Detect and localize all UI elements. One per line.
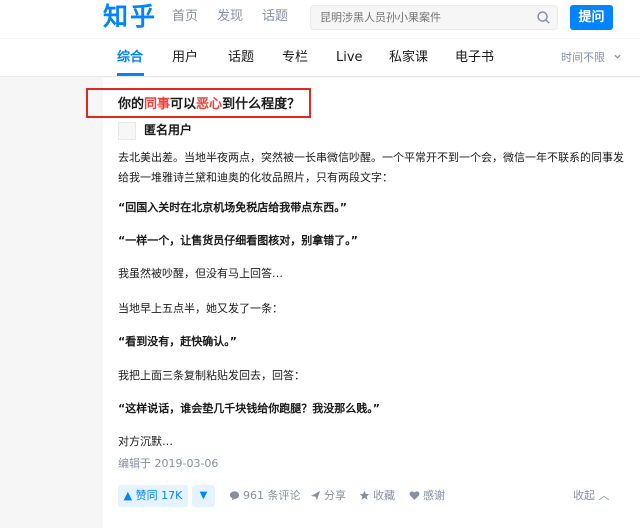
answer-paragraph: 对方沉默…: [118, 435, 173, 448]
tab-general[interactable]: 综合: [117, 39, 143, 76]
time-filter-label: 时间不限: [561, 51, 605, 64]
answer-quote: “一样一个，让售货员仔细看图核对，别拿错了。”: [118, 234, 358, 247]
tab-users[interactable]: 用户: [172, 39, 198, 76]
answer-quote: “回国入关时在北京机场免税店给我带点东西。”: [118, 201, 347, 214]
share-button[interactable]: 分享: [310, 485, 346, 507]
nav-discover[interactable]: 发现: [217, 0, 243, 34]
avatar[interactable]: [118, 122, 136, 140]
question-title-part: 到什么程度？: [222, 97, 301, 112]
time-filter-dropdown[interactable]: 时间不限: [561, 39, 622, 76]
tab-columns[interactable]: 专栏: [282, 39, 308, 76]
tab-topics[interactable]: 话题: [228, 39, 254, 76]
tab-private-courses[interactable]: 私家课: [389, 39, 428, 76]
edited-timestamp: 编辑于 2019-03-06: [118, 457, 219, 470]
question-title-keyword: 同事: [144, 97, 171, 112]
answer-quote: “这样说话，谁会垫几千块钱给你跑腿？我没那么贱。”: [118, 402, 380, 415]
collapse-button[interactable]: 收起 ︿: [573, 485, 610, 507]
search-input[interactable]: [311, 6, 531, 29]
nav-topics[interactable]: 话题: [262, 0, 288, 34]
heart-icon: [409, 491, 420, 500]
answer-quote: “看到没有，赶快确认。”: [118, 335, 237, 348]
share-label: 分享: [324, 489, 346, 502]
search-icon[interactable]: [536, 10, 551, 25]
favorite-button[interactable]: 收藏: [359, 485, 395, 507]
search-result-card: 你的同事可以恶心到什么程度？ 匿名用户 去北美出差。当地半夜两点，突然被一长串微…: [103, 78, 640, 528]
share-icon: [310, 490, 321, 501]
answer-paragraph: 我虽然被吵醒，但没有马上回答…: [118, 267, 283, 280]
answer-paragraph: 当地早上五点半，她又发了一条：: [118, 302, 283, 315]
tab-live[interactable]: Live: [336, 39, 363, 76]
top-navigation-bar: 知乎 首页 发现 话题 提问: [0, 0, 640, 38]
comments-button[interactable]: 961 条评论: [229, 485, 301, 507]
tab-ebooks[interactable]: 电子书: [455, 39, 494, 76]
answer-paragraph: 我把上面三条复制粘贴发回去，回答：: [118, 369, 305, 382]
question-title-part: 你的: [118, 97, 145, 112]
downvote-button[interactable]: ▼: [192, 485, 215, 507]
thanks-button[interactable]: 感谢: [409, 485, 445, 507]
question-title[interactable]: 你的同事可以恶心到什么程度？: [118, 96, 300, 114]
question-title-keyword: 恶心: [196, 97, 223, 112]
question-title-part: 可以: [170, 97, 197, 112]
search-tab-bar: 综合 用户 话题 专栏 Live 私家课 电子书 时间不限: [0, 39, 640, 77]
upvote-button[interactable]: ▲ 赞同 17K: [118, 485, 188, 507]
star-icon: [359, 490, 370, 500]
favorite-label: 收藏: [373, 489, 395, 502]
author-name[interactable]: 匿名用户: [144, 121, 192, 139]
comment-icon: [229, 491, 240, 501]
nav-home[interactable]: 首页: [172, 0, 198, 34]
search-box: [310, 5, 558, 30]
zhihu-logo[interactable]: 知乎: [103, 1, 157, 33]
chevron-down-icon: [613, 54, 621, 59]
thanks-label: 感谢: [423, 489, 445, 502]
active-tab-indicator: [117, 73, 144, 76]
answer-paragraph: 去北美出差。当地半夜两点，突然被一长串微信吵醒。一个平常开不到一个会，微信一年不…: [118, 151, 624, 184]
ask-question-button[interactable]: 提问: [570, 5, 613, 30]
comments-label: 961 条评论: [243, 489, 301, 502]
